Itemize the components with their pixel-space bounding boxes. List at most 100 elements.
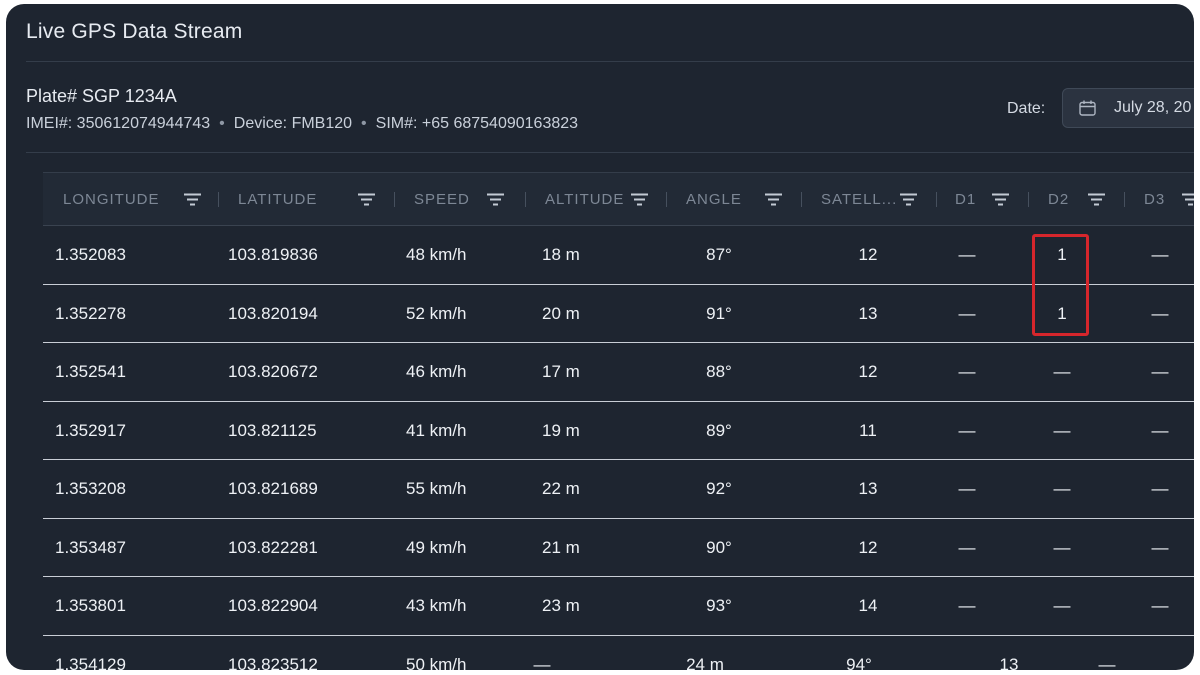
table-cell-satellites: 12 xyxy=(858,245,878,264)
filter-icon[interactable] xyxy=(992,193,1009,206)
filter-icon[interactable] xyxy=(631,193,648,206)
column-header-altitude[interactable]: ALTITUDE xyxy=(545,173,624,226)
table-cell-altitude: 21 m xyxy=(542,537,580,557)
table-cell-d3: — xyxy=(1151,245,1169,264)
table-cell-d2: — xyxy=(1053,420,1071,440)
table-cell-d3: — xyxy=(1151,362,1169,381)
column-separator[interactable] xyxy=(394,192,395,207)
table-row[interactable]: 1.352278 103.820194 52 km/h 20 m 91° 13—1— xyxy=(43,283,1194,342)
table-cell-latitude: 103.822904 xyxy=(228,596,318,615)
d2-highlight-box xyxy=(1032,234,1089,336)
table-row[interactable]: 1.352541 103.820672 46 km/h 17 m 88° 12 — — — xyxy=(43,342,1194,400)
table-cell-altitude: 20 m xyxy=(542,303,580,323)
column-separator[interactable] xyxy=(936,192,937,207)
filter-icon[interactable] xyxy=(487,193,504,206)
table-cell-satellites: 12 xyxy=(858,362,878,381)
table-cell-d1: — xyxy=(958,245,976,264)
date-value: July 28, 20 xyxy=(1114,99,1192,116)
column-header-d2[interactable]: D2 xyxy=(1048,173,1069,226)
table-cell-longitude: 1.353208 xyxy=(55,479,126,498)
table-row[interactable]: 1.354129 103.823512 50 km/h — 24 m 94° 13 — xyxy=(43,634,1194,671)
table-row[interactable]: 1.353487 103.822281 49 km/h 21 m 90° 12 — — — xyxy=(43,517,1194,576)
table-cell-d1: — xyxy=(958,596,976,615)
table-cell-d3: — xyxy=(1151,303,1169,323)
column-separator[interactable] xyxy=(666,192,667,207)
table-row[interactable]: 1.352917 103.821125 41 km/h 19 m 89° 11 — — — xyxy=(43,400,1194,459)
filter-icon[interactable] xyxy=(358,193,375,206)
table-cell-d2: — xyxy=(1053,537,1071,557)
table-cell-angle: 24 m xyxy=(686,654,724,671)
table-cell-angle: 91° xyxy=(706,303,732,323)
table-cell-d1: — xyxy=(958,362,976,381)
table-cell-d1: — xyxy=(958,479,976,498)
column-separator[interactable] xyxy=(525,192,526,207)
column-separator[interactable] xyxy=(801,192,802,207)
filter-icon[interactable] xyxy=(1088,193,1105,206)
column-header-angle[interactable]: ANGLE xyxy=(686,173,742,226)
table-cell-d3: — xyxy=(1151,537,1169,557)
column-header-speed[interactable]: SPEED xyxy=(414,173,470,226)
table-cell-d3 xyxy=(1143,636,1194,671)
table-cell-angle: 92° xyxy=(706,479,732,498)
vehicle-plate: Plate# SGP 1234A xyxy=(26,86,177,106)
gps-data-table: LONGITUDE LATITUDE SPEED ALTITUDE ANGLE SATEL… xyxy=(43,172,1194,670)
table-cell-longitude: 1.352278 xyxy=(55,303,126,323)
table-cell-speed: 41 km/h xyxy=(406,420,467,440)
table-cell-latitude: 103.821125 xyxy=(228,420,317,440)
table-cell-latitude: 103.822281 xyxy=(228,537,318,557)
table-header: LONGITUDE LATITUDE SPEED ALTITUDE ANGLE SATEL… xyxy=(43,172,1194,225)
table-cell-speed: 55 km/h xyxy=(406,479,467,498)
table-cell-angle: 87° xyxy=(706,245,732,264)
vehicle-meta: IMEI#: 350612074944743 • Device: FMB120 • SI… xyxy=(26,115,578,133)
column-separator[interactable] xyxy=(218,192,219,207)
table-cell-longitude: 1.353801 xyxy=(55,596,126,615)
table-row[interactable]: 1.352083 103.819836 48 km/h 18 m 87° 12—1— xyxy=(43,225,1194,283)
table-cell-longitude: 1.354129 xyxy=(55,654,126,671)
info-divider xyxy=(26,152,1194,153)
column-header-d3[interactable]: D3 xyxy=(1144,173,1165,226)
table-cell-angle: 88° xyxy=(706,362,732,381)
date-label: Date: xyxy=(1007,100,1046,117)
table-cell-latitude: 103.819836 xyxy=(228,245,318,264)
table-cell-longitude: 1.352541 xyxy=(55,362,126,381)
table-cell-d2: — xyxy=(1053,596,1071,615)
table-cell-d1: — xyxy=(958,537,976,557)
table-cell-satellites: 11 xyxy=(859,420,877,440)
column-header-latitude[interactable]: LATITUDE xyxy=(238,173,317,226)
table-cell-latitude: 103.821689 xyxy=(228,479,318,498)
column-header-d1[interactable]: D1 xyxy=(955,173,976,226)
table-cell-speed: 46 km/h xyxy=(406,362,467,381)
title-divider xyxy=(26,61,1194,62)
table-cell-altitude: 23 m xyxy=(542,596,580,615)
table-cell-altitude: 18 m xyxy=(542,245,580,264)
meta-separator: • xyxy=(361,115,367,132)
table-cell-d2: — xyxy=(1053,362,1071,381)
column-header-longitude[interactable]: LONGITUDE xyxy=(63,173,160,226)
column-separator[interactable] xyxy=(1028,192,1029,207)
vehicle-imei: IMEI#: 350612074944743 xyxy=(26,115,211,132)
filter-icon[interactable] xyxy=(1182,193,1194,206)
vehicle-sim: SIM#: +65 68754090163823 xyxy=(375,115,579,132)
table-row[interactable]: 1.353208 103.821689 55 km/h 22 m 92° 13 — — — xyxy=(43,459,1194,517)
filter-icon[interactable] xyxy=(900,193,917,206)
gps-stream-window: Live GPS Data Stream Plate# SGP 1234A IM… xyxy=(6,4,1194,670)
column-separator[interactable] xyxy=(1124,192,1125,207)
table-cell-altitude: 17 m xyxy=(542,362,580,381)
table-cell-d1: — xyxy=(958,303,976,323)
table-cell-latitude: 103.820194 xyxy=(228,303,318,323)
table-cell-d1: — xyxy=(958,420,976,440)
table-cell-angle: 89° xyxy=(706,420,732,440)
filter-icon[interactable] xyxy=(184,193,201,206)
table-cell-altitude: 19 m xyxy=(542,420,580,440)
table-cell-d2: — xyxy=(1053,479,1071,498)
table-cell-speed: 48 km/h xyxy=(406,245,467,264)
meta-separator: • xyxy=(219,115,225,132)
filter-icon[interactable] xyxy=(765,193,782,206)
table-row[interactable]: 1.353801 103.822904 43 km/h 23 m 93° 14 — — — xyxy=(43,576,1194,634)
table-cell-d2: — xyxy=(1098,654,1116,671)
date-picker[interactable]: July 28, 20 xyxy=(1062,88,1194,128)
table-cell-altitude: 22 m xyxy=(542,479,580,498)
table-cell-speed: 43 km/h xyxy=(406,596,467,615)
column-header-satellites[interactable]: SATELL... xyxy=(821,173,897,226)
table-cell-longitude: 1.352083 xyxy=(55,245,126,264)
